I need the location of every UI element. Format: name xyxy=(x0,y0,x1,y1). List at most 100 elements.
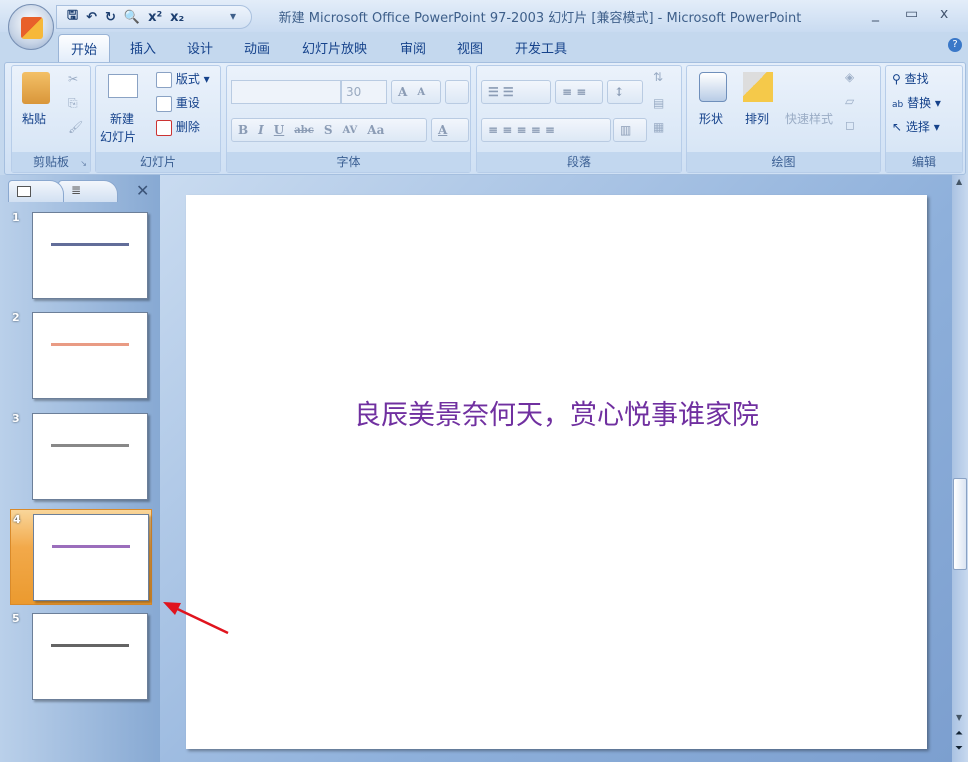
dialog-launcher-icon[interactable]: ↘ xyxy=(80,159,87,168)
scroll-down-icon[interactable]: ▼ xyxy=(956,713,962,722)
ribbon: 粘贴 ✂ ⎘ 🖌 剪贴板 ↘ 新建 幻灯片 版式 ▾ 重设 删除 幻灯片 30 … xyxy=(4,62,966,175)
format-painter-icon[interactable]: 🖌 xyxy=(68,120,83,134)
paragraph-label: 段落 xyxy=(477,152,681,172)
slide-number: 4 xyxy=(13,513,21,526)
slides-label: 幻灯片 xyxy=(96,152,220,172)
line-spacing-button[interactable]: ↕ xyxy=(607,80,643,104)
grow-shrink-font-buttons[interactable]: AA xyxy=(391,80,441,104)
slide-thumbnail-4[interactable]: 4 xyxy=(10,509,152,605)
new-slide-button[interactable]: 幻灯片 xyxy=(100,128,136,145)
undo-icon[interactable]: ↶ xyxy=(86,10,97,25)
vertical-scrollbar[interactable]: ▲ ▼ ⏶ ⏷ xyxy=(952,175,968,762)
group-font: 30 AA B I U abc S AV Aa A 字体 xyxy=(226,65,471,173)
close-button[interactable]: x xyxy=(940,6,948,22)
bullets-numbering-buttons[interactable]: ☰ ☰ xyxy=(481,80,551,104)
clear-format-button[interactable] xyxy=(445,80,469,104)
close-panel-icon[interactable]: ✕ xyxy=(136,181,149,200)
select-button[interactable]: ↖ 选择 ▾ xyxy=(892,118,940,135)
underline-button[interactable]: U xyxy=(274,123,284,137)
group-editing: ⚲ 查找 ab 替换 ▾ ↖ 选择 ▾ 编辑 xyxy=(885,65,963,173)
alignment-buttons[interactable]: ≡ ≡ ≡ ≡ ≡ xyxy=(481,118,611,142)
char-spacing-button[interactable]: AV xyxy=(342,125,357,136)
delete-slide-button[interactable]: 删除 xyxy=(156,118,200,136)
indent-buttons[interactable]: ≡ ≡ xyxy=(555,80,603,104)
change-case-button[interactable]: Aa xyxy=(367,123,384,137)
bold-button[interactable]: B xyxy=(238,123,248,137)
text-direction-icon[interactable]: ⇅ xyxy=(653,70,663,84)
current-slide[interactable]: 良辰美景奈何天，赏心悦事谁家院 xyxy=(186,195,927,749)
slide-number: 3 xyxy=(12,412,20,425)
font-size-select[interactable]: 30 xyxy=(341,80,387,104)
thumbnail-preview xyxy=(33,514,149,601)
reset-button[interactable]: 重设 xyxy=(156,94,200,112)
scroll-up-icon[interactable]: ▲ xyxy=(956,177,962,186)
tab-animation[interactable]: 动画 xyxy=(244,38,270,57)
slide-number: 5 xyxy=(12,612,20,625)
slide-thumbnail-1[interactable]: 1 xyxy=(10,208,152,304)
thumbnail-preview xyxy=(32,413,148,500)
tab-slideshow[interactable]: 幻灯片放映 xyxy=(302,38,367,57)
cut-icon[interactable]: ✂ xyxy=(68,72,78,86)
help-icon[interactable]: ? xyxy=(948,38,962,52)
align-text-icon[interactable]: ▤ xyxy=(653,96,664,110)
strikethrough-button[interactable]: abc xyxy=(294,125,314,136)
columns-button[interactable]: ▥ xyxy=(613,118,647,142)
tab-developer[interactable]: 开发工具 xyxy=(515,38,567,57)
arrange-icon xyxy=(743,72,773,102)
replace-button[interactable]: ab 替换 ▾ xyxy=(892,94,941,111)
redo-icon[interactable]: ↻ xyxy=(105,10,116,25)
slide-number: 2 xyxy=(12,311,20,324)
thumbnail-text-line xyxy=(51,444,129,447)
quick-access-toolbar: 🖫 ↶ ↻ 🔍 x² x₂ xyxy=(56,5,252,29)
layout-icon xyxy=(156,71,172,88)
font-name-select[interactable] xyxy=(231,80,341,104)
previous-slide-icon[interactable]: ⏶ xyxy=(955,728,963,739)
cursor-icon: ↖ xyxy=(892,120,903,134)
tab-view[interactable]: 视图 xyxy=(457,38,483,57)
tab-outline[interactable]: ≣ xyxy=(58,180,118,202)
customize-qat-icon[interactable]: ▾ xyxy=(230,9,236,23)
next-slide-icon[interactable]: ⏷ xyxy=(955,743,963,754)
save-icon[interactable]: 🖫 xyxy=(67,6,78,28)
tab-insert[interactable]: 插入 xyxy=(130,38,156,57)
copy-icon[interactable]: ⎘ xyxy=(68,96,78,111)
group-clipboard: 粘贴 ✂ ⎘ 🖌 剪贴板 ↘ xyxy=(11,65,91,173)
shape-fill-icon[interactable]: ◈ xyxy=(845,70,854,84)
quick-styles-button[interactable]: 快速样式 xyxy=(785,110,833,127)
binoculars-icon: ⚲ xyxy=(892,72,901,86)
subscript-icon[interactable]: x₂ xyxy=(170,10,184,25)
window-title: 新建 Microsoft Office PowerPoint 97-2003 幻… xyxy=(278,11,802,26)
slide-thumbnail-5[interactable]: 5 xyxy=(10,609,152,705)
slide-number: 1 xyxy=(12,211,20,224)
tab-home[interactable]: 开始 xyxy=(58,34,111,62)
smartart-icon[interactable]: ▦ xyxy=(653,120,664,134)
office-button[interactable] xyxy=(8,4,54,50)
shapes-button[interactable]: 形状 xyxy=(699,110,723,127)
new-slide-line1[interactable]: 新建 xyxy=(110,110,134,127)
tab-slides[interactable] xyxy=(8,180,64,202)
minimize-button[interactable]: _ xyxy=(872,6,879,22)
italic-button[interactable]: I xyxy=(258,123,264,137)
thumbnail-text-line xyxy=(52,545,130,548)
print-preview-icon[interactable]: 🔍 xyxy=(124,10,140,25)
slide-thumbnail-3[interactable]: 3 xyxy=(10,409,152,505)
slide-title-text[interactable]: 良辰美景奈何天，赏心悦事谁家院 xyxy=(186,393,927,432)
slide-thumbnail-2[interactable]: 2 xyxy=(10,308,152,404)
shadow-button[interactable]: S xyxy=(324,123,333,137)
shape-outline-icon[interactable]: ▱ xyxy=(845,94,854,108)
layout-button[interactable]: 版式 ▾ xyxy=(156,70,210,88)
tab-review[interactable]: 审阅 xyxy=(400,38,426,57)
editing-label: 编辑 xyxy=(886,152,962,172)
arrange-button[interactable]: 排列 xyxy=(745,110,769,127)
font-color-button[interactable]: A xyxy=(431,118,469,142)
slides-tab-icon xyxy=(17,186,31,197)
tab-design[interactable]: 设计 xyxy=(187,38,213,57)
scrollbar-thumb[interactable] xyxy=(953,478,967,570)
superscript-icon[interactable]: x² xyxy=(148,10,162,25)
shape-effects-icon[interactable]: ◻ xyxy=(845,118,855,132)
group-paragraph: ☰ ☰ ≡ ≡ ↕ ≡ ≡ ≡ ≡ ≡ ▥ ⇅ ▤ ▦ 段落 xyxy=(476,65,682,173)
maximize-button[interactable]: ▭ xyxy=(905,6,918,22)
group-drawing: 形状 排列 快速样式 ◈ ▱ ◻ 绘图 xyxy=(686,65,881,173)
find-button[interactable]: ⚲ 查找 xyxy=(892,70,929,87)
paste-button[interactable]: 粘贴 xyxy=(22,110,46,127)
